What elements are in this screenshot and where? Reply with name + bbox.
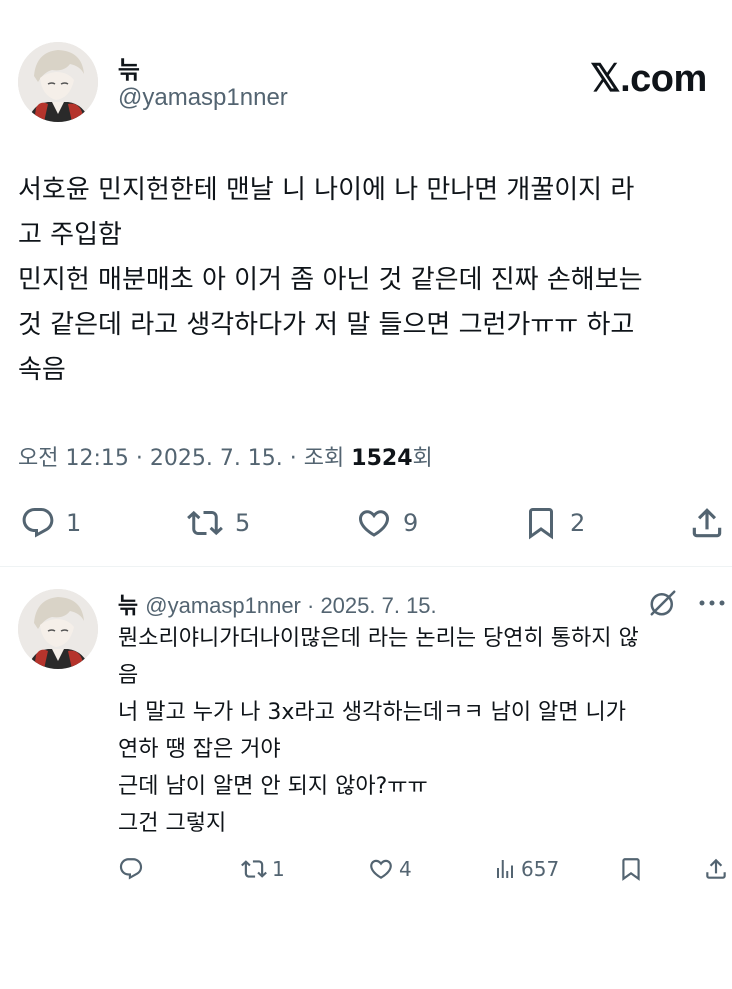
reply-count: 1 xyxy=(66,509,82,537)
reply-like-count: 4 xyxy=(399,857,412,881)
comment-icon xyxy=(22,508,54,538)
reply-like-button[interactable]: 4 xyxy=(367,856,412,882)
reply-retweet-button[interactable]: 1 xyxy=(240,856,285,882)
reply-date[interactable]: · 2025. 7. 15. xyxy=(301,593,437,618)
tweet-metadata: 오전 12:15 · 2025. 7. 15. · 조회 1524회 xyxy=(18,440,433,472)
reply-reply-button[interactable] xyxy=(118,856,144,882)
comment-icon xyxy=(119,858,143,880)
grok-button[interactable] xyxy=(648,588,678,622)
grok-icon xyxy=(650,590,676,616)
avatar-image xyxy=(18,589,98,669)
avatar-image xyxy=(18,42,98,122)
reply-avatar[interactable] xyxy=(18,589,98,669)
views-chart-icon xyxy=(497,860,513,878)
reply-author-handle[interactable]: @yamasp1nner xyxy=(145,593,301,618)
x-logo: 𝕏.com xyxy=(590,58,707,100)
reply-button[interactable]: 1 xyxy=(20,505,81,541)
bookmark-icon xyxy=(529,508,553,540)
retweet-icon xyxy=(187,510,223,536)
more-button[interactable] xyxy=(697,592,727,618)
bookmark-count: 2 xyxy=(570,509,586,537)
author-handle[interactable]: @yamasp1nner xyxy=(118,84,288,112)
bookmark-icon xyxy=(622,858,640,881)
like-button[interactable]: 9 xyxy=(355,505,418,541)
main-tweet: 늒 @yamasp1nner 𝕏.com 서호윤 민지헌한테 맨날 니 나이에 … xyxy=(0,0,732,568)
bookmark-button[interactable]: 2 xyxy=(522,505,585,541)
reply-bookmark-button[interactable] xyxy=(618,856,644,882)
tweet-text: 서호윤 민지헌한테 맨날 니 나이에 나 만나면 개꿀이지 라 고 주입함 민지… xyxy=(18,175,643,385)
avatar[interactable] xyxy=(18,42,98,122)
reply-header: 늒 @yamasp1nner · 2025. 7. 15. xyxy=(118,588,437,620)
tweet-time: 오전 12:15 · 2025. 7. 15. · 조회 xyxy=(18,446,352,471)
share-icon xyxy=(706,858,726,879)
retweet-button[interactable]: 5 xyxy=(185,505,250,541)
more-icon xyxy=(699,600,725,606)
retweet-icon xyxy=(241,860,267,878)
retweet-count: 5 xyxy=(235,509,251,537)
share-icon xyxy=(692,508,722,538)
reply-view-count: 657 xyxy=(521,857,560,881)
divider xyxy=(0,566,732,567)
view-count: 1524 xyxy=(351,446,413,471)
reply-text: 뭔소리야니가더나이많은데 라는 논리는 당연히 통하지 않 음 너 말고 누가 … xyxy=(118,626,639,836)
like-count: 9 xyxy=(403,509,419,537)
heart-icon xyxy=(370,859,392,879)
author-name[interactable]: 늒 xyxy=(118,50,140,85)
reply-share-button[interactable] xyxy=(703,855,729,883)
reply-views-button[interactable]: 657 xyxy=(493,856,559,882)
heart-icon xyxy=(358,510,390,537)
reply-retweet-count: 1 xyxy=(272,857,285,881)
reply-author-name[interactable]: 늒 xyxy=(118,594,138,619)
share-button[interactable] xyxy=(688,504,726,542)
view-count-suffix: 회 xyxy=(412,446,433,471)
